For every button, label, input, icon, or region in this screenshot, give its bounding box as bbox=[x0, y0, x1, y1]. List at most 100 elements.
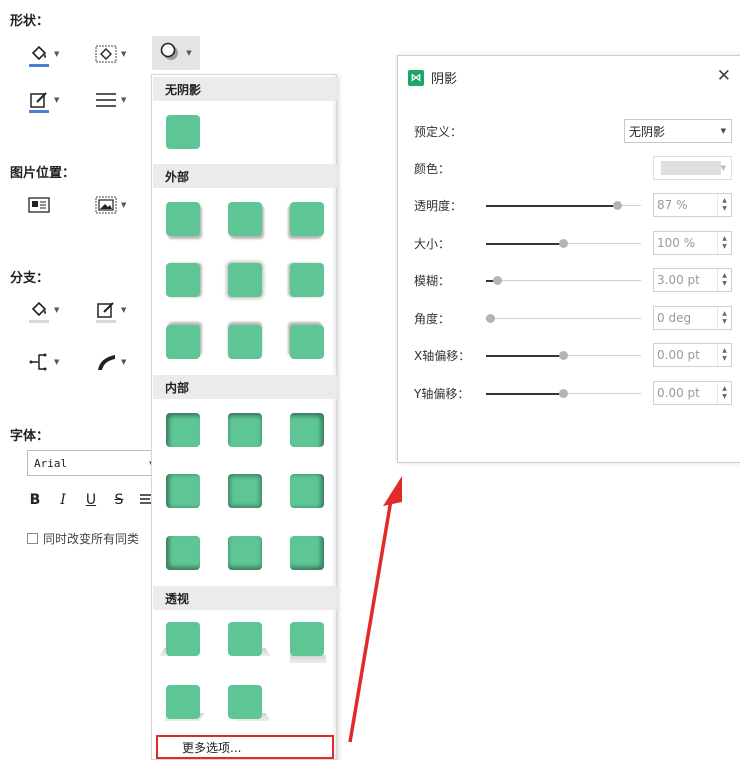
branch-section-title: 分支： bbox=[10, 271, 50, 286]
slider-fill bbox=[486, 354, 563, 357]
size-label: 大小： bbox=[414, 237, 451, 251]
shadow-option-outer-8[interactable] bbox=[228, 325, 262, 359]
slider-handle[interactable] bbox=[613, 201, 622, 210]
x-offset-slider[interactable] bbox=[486, 351, 641, 360]
bold-button[interactable]: B bbox=[27, 491, 43, 509]
spin-arrows-icon[interactable]: ▲ ▼ bbox=[717, 232, 731, 254]
angle-value: 0 deg bbox=[657, 311, 692, 325]
underline-button[interactable]: U bbox=[83, 491, 99, 509]
y-offset-spinbox[interactable]: 0.00 pt ▲ ▼ bbox=[653, 381, 732, 405]
color-row: 颜色： ▼ bbox=[414, 156, 734, 180]
angle-spinbox[interactable]: 0 deg ▲ ▼ bbox=[653, 306, 732, 330]
blur-slider[interactable] bbox=[486, 276, 641, 285]
slider-fill bbox=[486, 204, 617, 207]
shadow-option-inner-3[interactable] bbox=[290, 413, 324, 447]
shadow-option-outer-5[interactable] bbox=[228, 263, 262, 297]
shadow-option-outer-2[interactable] bbox=[228, 202, 262, 236]
shadow-option-perspective-2[interactable] bbox=[228, 622, 262, 656]
size-slider[interactable] bbox=[486, 239, 641, 248]
spin-arrows-icon[interactable]: ▲ ▼ bbox=[717, 307, 731, 329]
text-format-toolbar: B I U S bbox=[27, 491, 155, 509]
shadow-dialog: ⋈ 阴影 ✕ 预定义： 无阴影 ▼ 颜色： ▼ 透明度： 87 % ▲ ▼ 大小： bbox=[397, 55, 740, 463]
group-header-perspective: 透视 bbox=[153, 586, 337, 610]
x-offset-row: X轴偏移： 0.00 pt ▲ ▼ bbox=[414, 343, 734, 367]
preset-select[interactable]: 无阴影 ▼ bbox=[624, 119, 732, 143]
font-family-select[interactable]: Arial ▼ bbox=[27, 450, 157, 476]
shadow-option-inner-7[interactable] bbox=[166, 536, 200, 570]
size-value: 100 % bbox=[657, 236, 696, 250]
preset-label: 预定义： bbox=[414, 125, 463, 139]
slider-handle[interactable] bbox=[559, 239, 568, 248]
slider-handle[interactable] bbox=[559, 389, 568, 398]
font-family-value: Arial bbox=[34, 456, 68, 470]
branch-curve-button[interactable]: ▼ bbox=[95, 350, 126, 374]
chevron-down-icon: ▼ bbox=[54, 50, 60, 58]
x-offset-spinbox[interactable]: 0.00 pt ▲ ▼ bbox=[653, 343, 732, 367]
shadow-option-perspective-3[interactable] bbox=[290, 622, 324, 656]
shadow-option-none[interactable] bbox=[166, 115, 200, 149]
slider-fill bbox=[486, 392, 563, 395]
spin-arrows-icon[interactable]: ▲ ▼ bbox=[717, 269, 731, 291]
y-offset-label: Y轴偏移： bbox=[414, 387, 470, 401]
close-icon[interactable]: ✕ bbox=[717, 66, 731, 86]
perspective-shadow bbox=[290, 655, 326, 663]
shadow-option-inner-4[interactable] bbox=[166, 474, 200, 508]
size-spinbox[interactable]: 100 % ▲ ▼ bbox=[653, 231, 732, 255]
branch-fill-button[interactable]: ▼ bbox=[28, 298, 59, 323]
spin-arrows-icon[interactable]: ▲ ▼ bbox=[717, 382, 731, 404]
angle-slider[interactable] bbox=[486, 314, 641, 323]
blur-spinbox[interactable]: 3.00 pt ▲ ▼ bbox=[653, 268, 732, 292]
line-color-button[interactable]: ▼ bbox=[28, 88, 59, 113]
transparency-spinbox[interactable]: 87 % ▲ ▼ bbox=[653, 193, 732, 217]
more-options-button[interactable]: 更多选项... bbox=[156, 735, 334, 759]
shadow-option-outer-1[interactable] bbox=[166, 202, 200, 236]
slider-handle[interactable] bbox=[486, 314, 495, 323]
color-swatch bbox=[661, 161, 721, 175]
shadow-option-perspective-5[interactable] bbox=[228, 685, 262, 719]
shadow-option-inner-8[interactable] bbox=[228, 536, 262, 570]
slider-handle[interactable] bbox=[559, 351, 568, 360]
shadow-option-inner-1[interactable] bbox=[166, 413, 200, 447]
image-position-button[interactable]: ▼ bbox=[95, 193, 126, 217]
strikethrough-button[interactable]: S bbox=[111, 491, 127, 509]
group-header-none: 无阴影 bbox=[153, 77, 337, 101]
shadow-option-perspective-1[interactable] bbox=[166, 622, 200, 656]
shadow-option-inner-9[interactable] bbox=[290, 536, 324, 570]
paint-bucket-icon bbox=[28, 299, 50, 323]
shadow-option-inner-2[interactable] bbox=[228, 413, 262, 447]
chevron-down-icon: ▼ bbox=[720, 164, 726, 172]
x-offset-value: 0.00 pt bbox=[657, 348, 700, 362]
spin-arrows-icon[interactable]: ▲ ▼ bbox=[717, 194, 731, 216]
y-offset-slider[interactable] bbox=[486, 389, 641, 398]
shadow-option-perspective-4[interactable] bbox=[166, 685, 200, 719]
red-arrow-annotation bbox=[348, 476, 402, 743]
sync-all-checkbox[interactable] bbox=[27, 533, 38, 544]
shadow-dropdown-menu: 无阴影 外部 内部 透视 更多选项... bbox=[151, 74, 337, 760]
y-offset-value: 0.00 pt bbox=[657, 386, 700, 400]
color-select[interactable]: ▼ bbox=[653, 156, 732, 180]
slider-handle[interactable] bbox=[493, 276, 502, 285]
connector-icon bbox=[28, 351, 50, 373]
shadow-dropdown-trigger[interactable]: ▼ bbox=[152, 36, 200, 70]
shape-outline-icon bbox=[95, 43, 117, 65]
italic-button[interactable]: I bbox=[55, 491, 71, 509]
spin-arrows-icon[interactable]: ▲ ▼ bbox=[717, 344, 731, 366]
sync-all-checkbox-row[interactable]: 同时改变所有同类 bbox=[27, 530, 139, 547]
branch-connector-button[interactable]: ▼ bbox=[28, 350, 59, 374]
shadow-option-inner-6[interactable] bbox=[290, 474, 324, 508]
image-layout-button[interactable] bbox=[28, 193, 50, 217]
shadow-option-inner-5[interactable] bbox=[228, 474, 262, 508]
transparency-slider[interactable] bbox=[486, 201, 641, 210]
chevron-down-icon: ▼ bbox=[121, 358, 127, 366]
branch-line-button[interactable]: ▼ bbox=[95, 298, 126, 323]
fill-color-button[interactable]: ▼ bbox=[28, 42, 60, 67]
shadow-option-outer-7[interactable] bbox=[166, 325, 200, 359]
shadow-option-outer-3[interactable] bbox=[290, 202, 324, 236]
shadow-option-outer-6[interactable] bbox=[290, 263, 324, 297]
blur-row: 模糊： 3.00 pt ▲ ▼ bbox=[414, 268, 734, 292]
shadow-option-outer-9[interactable] bbox=[290, 325, 324, 359]
line-style-button[interactable]: ▼ bbox=[95, 88, 126, 112]
shadow-option-outer-4[interactable] bbox=[166, 263, 200, 297]
blur-label: 模糊： bbox=[414, 274, 451, 288]
shape-style-button[interactable]: ▼ bbox=[95, 42, 126, 66]
